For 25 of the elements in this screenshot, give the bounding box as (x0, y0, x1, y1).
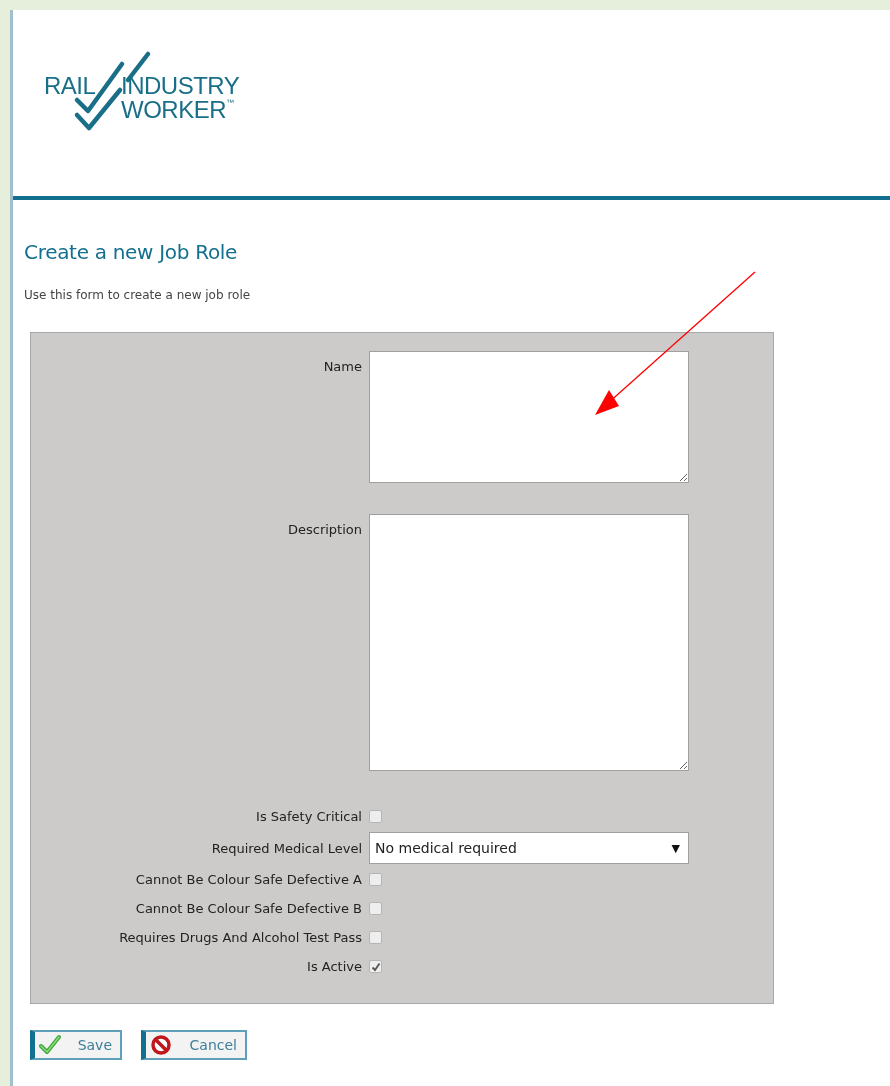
field-label: Cannot Be Colour Safe Defective B (135, 901, 362, 916)
field-label: Is Active (307, 959, 362, 974)
page-title: Create a new Job Role (24, 240, 239, 264)
field-label: Cannot Be Colour Safe Defective A (135, 872, 362, 887)
field-label: Is Safety Critical (256, 809, 362, 824)
save-button[interactable]: Save (30, 1030, 122, 1060)
checkbox[interactable] (369, 810, 382, 823)
field-label: Description (287, 522, 362, 537)
logo-text: WORKER (121, 96, 226, 124)
trademark-sign: ™ (226, 98, 234, 107)
dropdown[interactable]: No medical required ▼ (369, 832, 689, 864)
check-icon (39, 1034, 61, 1056)
cancel-button[interactable]: Cancel (141, 1030, 247, 1060)
checkbox[interactable] (369, 873, 382, 886)
logo-text: INDUSTRY (121, 72, 240, 99)
page-subtitle: Use this form to create a new job role (24, 288, 252, 302)
checkbox[interactable] (369, 902, 382, 915)
text-area[interactable] (369, 351, 689, 483)
field-label: Name (323, 359, 362, 374)
logo-text: RAIL (44, 72, 96, 100)
field-label: Requires Drugs And Alcohol Test Pass (119, 930, 362, 945)
no-entry-icon (150, 1034, 172, 1056)
field-label: Required Medical Level (211, 840, 362, 856)
checkbox[interactable] (369, 931, 382, 944)
checkbox[interactable] (369, 960, 382, 973)
